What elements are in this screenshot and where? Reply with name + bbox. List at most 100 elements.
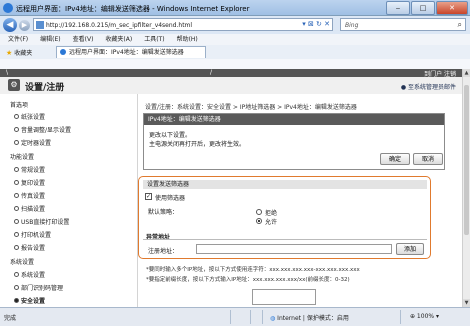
register-address-label: 注册地址： — [148, 248, 179, 255]
sidebar-item-label: USB直接打印设置 — [21, 219, 70, 226]
portal-strip: \ / 到门户 注销 — [0, 69, 462, 78]
strip-slash-mark: / — [210, 69, 213, 76]
star-icon: ★ — [6, 49, 13, 57]
note-prefix: *要指定前缀长度，按以下方式输入IP地址：xxx.xxx.xxx.xxx/xx(… — [146, 277, 350, 283]
main-content: 设置/注册：系统设置：安全设置 > IP地址筛选器 > IPv4地址：编辑发送筛… — [138, 94, 462, 307]
exception-divider — [143, 239, 427, 240]
use-filter-label: 使用筛选器 — [155, 195, 186, 202]
add-button[interactable]: 添加 — [396, 243, 424, 255]
settings-section-title: 设置发送筛选器 — [143, 180, 427, 189]
note-range: *要同时输入多个IP地址，按以下方式使用连字符：xxx.xxx.xxx.xxx-… — [146, 267, 360, 273]
panel-title: IPv4地址：编辑发送筛选器 — [144, 114, 444, 125]
sidebar-item-security[interactable]: 安全设置 — [14, 296, 45, 305]
window-titlebar: 远程用户界面：IPv4地址：编辑发送筛选器 - Windows Internet… — [0, 0, 470, 16]
forward-button[interactable]: ▶ — [19, 20, 30, 31]
scroll-up-icon[interactable]: ▲ — [463, 69, 470, 77]
sidebar-item-label: 部门识别码管理 — [21, 285, 64, 292]
radio-allow-label: 允许 — [265, 219, 278, 226]
sidebar-item-label: 系统设置 — [21, 272, 46, 279]
sidebar-item-label: 复印设置 — [21, 180, 46, 187]
strip-left-mark: \ — [6, 69, 9, 76]
zone-label: Internet | 保护模式：启用 — [277, 315, 349, 322]
default-policy-label: 默认策略： — [148, 209, 179, 216]
favorites-button[interactable]: ★ 收藏夹 — [6, 48, 32, 57]
sidebar-item-common[interactable]: 常规设置 — [14, 165, 45, 174]
panel-message-2: 主电源关闭再打开后，更改将生效。 — [149, 141, 246, 148]
register-address-input[interactable] — [196, 244, 392, 254]
tab-page-icon — [60, 49, 66, 55]
page-title: 设置/注册 — [25, 83, 65, 93]
menu-tools[interactable]: 工具(T) — [144, 34, 164, 45]
sidebar-section-func: 功能设置 — [10, 154, 35, 161]
browser-tab-label: 远程用户界面：IPv4地址：编辑发送筛选器 — [69, 49, 184, 56]
sidebar-item-copy[interactable]: 复印设置 — [14, 178, 45, 187]
breadcrumb: 设置/注册：系统设置：安全设置 > IP地址筛选器 > IPv4地址：编辑发送筛… — [145, 104, 357, 111]
menu-view[interactable]: 查看(V) — [73, 34, 94, 45]
menu-help[interactable]: 帮助(H) — [177, 34, 198, 45]
browser-tab[interactable]: 远程用户界面：IPv4地址：编辑发送筛选器 — [56, 46, 206, 58]
favorites-bar: ★ 收藏夹 远程用户界面：IPv4地址：编辑发送筛选器 — [0, 45, 470, 60]
scroll-thumb[interactable] — [464, 85, 469, 235]
sidebar-item-report[interactable]: 报告设置 — [14, 243, 45, 252]
security-zone[interactable]: ◍ Internet | 保护模式：启用 — [270, 313, 349, 322]
page-icon — [36, 21, 44, 29]
search-input[interactable]: Bing ⌕ — [340, 18, 466, 31]
radio-reject-label: 拒绝 — [265, 210, 278, 217]
globe-icon: ◍ — [270, 315, 276, 322]
sidebar-item-label: 传真设置 — [21, 193, 46, 200]
sidebar-item-label: 定时器设置 — [21, 140, 52, 147]
address-url: http://192.168.0.215/m_sec_ipfilter_v4se… — [46, 22, 193, 29]
sidebar-item-label: 常规设置 — [21, 167, 46, 174]
use-filter-checkbox[interactable]: ✓ — [145, 193, 152, 200]
sidebar-section-prefs: 首选项 — [10, 102, 29, 109]
panel-message-1: 更改以下设置。 — [149, 132, 192, 139]
sidebar-item-label: 纸张设置 — [21, 114, 46, 121]
sidebar-item-label: 报告设置 — [21, 245, 46, 252]
sidebar-item-paper[interactable]: 纸张设置 — [14, 112, 45, 121]
address-toolbar: ◀ ▶ http://192.168.0.215/m_sec_ipfilter_… — [0, 16, 470, 34]
zoom-control[interactable]: ⊕ 100% ▾ — [410, 313, 439, 320]
cancel-button[interactable]: 取消 — [413, 153, 443, 165]
maximize-button[interactable]: □ — [411, 1, 435, 15]
favorites-label: 收藏夹 — [14, 50, 33, 57]
menu-edit[interactable]: 编辑(E) — [40, 34, 60, 45]
menu-bar: 文件(F) 编辑(E) 查看(V) 收藏夹(A) 工具(T) 帮助(H) — [0, 34, 470, 45]
address-listbox[interactable] — [252, 289, 316, 305]
minimize-button[interactable]: ‒ — [386, 1, 410, 15]
radio-reject[interactable] — [256, 209, 262, 215]
sidebar: 首选项 纸张设置 音量调整/显示设置 定时器设置 功能设置 常规设置 复印设置 … — [0, 94, 138, 307]
sidebar-item-scan[interactable]: 扫描设置 — [14, 204, 45, 213]
sidebar-item-timer[interactable]: 定时器设置 — [14, 138, 51, 147]
menu-file[interactable]: 文件(F) — [8, 34, 28, 45]
close-button[interactable]: ✕ — [436, 1, 468, 15]
sidebar-item-printer[interactable]: 打印机设置 — [14, 230, 51, 239]
status-text: 完成 — [4, 315, 17, 322]
page-header: ⚙ 设置/注册 ● 至系统管理员邮件 — [0, 77, 462, 95]
address-tools-icons[interactable]: ▾ ⊠ ↻ ✕ — [302, 20, 330, 28]
sidebar-item-dept[interactable]: 部门识别码管理 — [14, 283, 63, 292]
scroll-down-icon[interactable]: ▼ — [463, 299, 470, 307]
ok-button[interactable]: 确定 — [380, 153, 410, 165]
admin-mail-link[interactable]: ● 至系统管理员邮件 — [401, 82, 456, 91]
radio-allow[interactable] — [256, 218, 262, 224]
sidebar-item-sysset[interactable]: 系统设置 — [14, 270, 45, 279]
window-controls: ‒ □ ✕ — [386, 1, 468, 15]
window-title: 远程用户界面：IPv4地址：编辑发送筛选器 - Windows Internet… — [16, 5, 250, 13]
edit-panel: IPv4地址：编辑发送筛选器 更改以下设置。 主电源关闭再打开后，更改将生效。 … — [143, 113, 445, 170]
menu-favorites[interactable]: 收藏夹(A) — [105, 34, 132, 45]
back-button[interactable]: ◀ — [3, 18, 17, 32]
sidebar-item-label: 打印机设置 — [21, 232, 52, 239]
search-icon[interactable]: ⌕ — [458, 20, 462, 30]
vertical-scrollbar[interactable]: ▲ ▼ — [462, 69, 470, 307]
sidebar-item-usb[interactable]: USB直接打印设置 — [14, 217, 69, 226]
sidebar-item-label: 安全设置 — [21, 298, 46, 305]
settings-icon: ⚙ — [8, 79, 20, 91]
search-placeholder: Bing — [345, 22, 359, 29]
address-input[interactable]: http://192.168.0.215/m_sec_ipfilter_v4se… — [33, 18, 333, 31]
sidebar-item-label: 音量调整/显示设置 — [21, 127, 72, 134]
status-bar: 完成 ◍ Internet | 保护模式：启用 ⊕ 100% ▾ — [0, 307, 470, 326]
sidebar-item-volume[interactable]: 音量调整/显示设置 — [14, 125, 71, 134]
ie-icon — [3, 3, 13, 13]
sidebar-section-sys: 系统设置 — [10, 259, 35, 266]
sidebar-item-fax[interactable]: 传真设置 — [14, 191, 45, 200]
